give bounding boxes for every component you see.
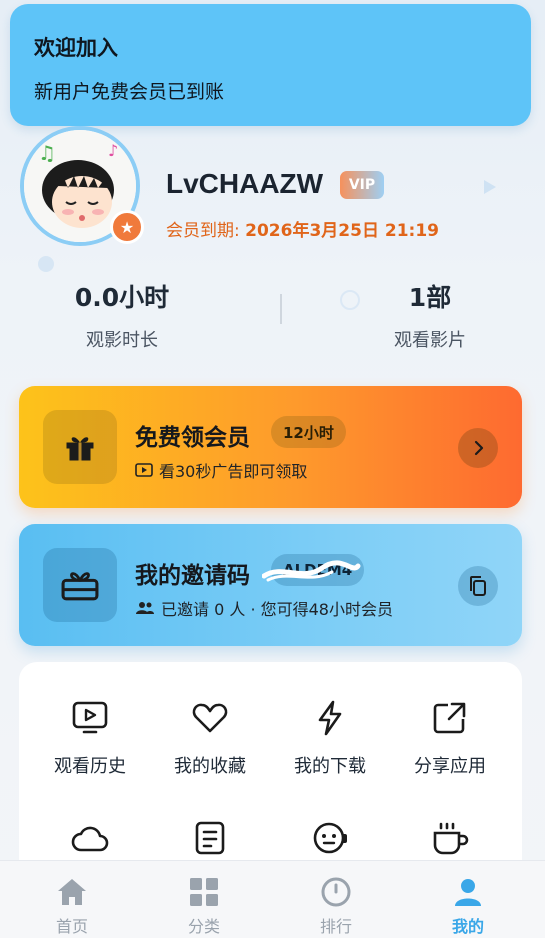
grid-item-favorites[interactable]: 我的收藏 bbox=[150, 698, 270, 778]
free-vip-go-button[interactable] bbox=[458, 428, 498, 468]
grid-label: 我的收藏 bbox=[174, 756, 246, 777]
background-dot bbox=[38, 256, 54, 272]
note-icon bbox=[190, 818, 230, 858]
free-vip-subtitle-text: 看30秒广告即可领取 bbox=[159, 462, 308, 481]
svg-text:♫: ♫ bbox=[38, 141, 56, 165]
nav-item-category[interactable]: 分类 bbox=[164, 875, 244, 937]
star-badge-icon: ★ bbox=[110, 210, 144, 244]
ranking-icon bbox=[319, 875, 353, 909]
grid-label: 分享应用 bbox=[414, 756, 486, 777]
username: LvCHAAZW bbox=[166, 168, 324, 199]
nav-item-profile[interactable]: 我的 bbox=[428, 875, 508, 937]
grid-label: 我的下载 bbox=[294, 756, 366, 777]
heart-icon bbox=[190, 698, 230, 738]
free-vip-subtitle: 看30秒广告即可领取 bbox=[135, 458, 307, 482]
free-vip-duration-pill: 12小时 bbox=[271, 416, 346, 448]
profile-icon bbox=[451, 875, 485, 909]
expiry-value: 2026年3月25日 21:19 bbox=[245, 221, 439, 241]
download-icon bbox=[310, 698, 350, 738]
code-redaction-scribble bbox=[262, 560, 361, 582]
grid-item-history[interactable]: 观看历史 bbox=[30, 698, 150, 778]
stat-label: 观影时长 bbox=[86, 330, 158, 351]
stat-value: 0.0小时 bbox=[74, 283, 170, 312]
grid-label: 观看历史 bbox=[54, 756, 126, 777]
free-vip-title: 免费领会员 bbox=[135, 425, 250, 451]
grid-item-share[interactable]: 分享应用 bbox=[390, 698, 510, 778]
copy-icon bbox=[470, 576, 486, 596]
history-icon bbox=[70, 698, 110, 738]
stat-watch-time: 0.0小时 观影时长 bbox=[22, 278, 222, 352]
background-triangle bbox=[484, 180, 496, 194]
invite-title: 我的邀请码 bbox=[135, 563, 250, 589]
vip-badge: VIP bbox=[340, 171, 384, 199]
invite-subtitle-text: 已邀请 0 人 · 您可得48小时会员 bbox=[161, 600, 393, 619]
invite-subtitle: 已邀请 0 人 · 您可得48小时会员 bbox=[135, 596, 393, 620]
copy-invite-code-button[interactable] bbox=[458, 566, 498, 606]
expiry-label: 会员到期: bbox=[166, 221, 246, 241]
stat-label: 观看影片 bbox=[394, 330, 466, 351]
home-icon bbox=[55, 875, 89, 909]
welcome-toast: 欢迎加入 新用户免费会员已到账 bbox=[10, 4, 531, 126]
nav-label: 排行 bbox=[319, 917, 352, 936]
nav-item-home[interactable]: 首页 bbox=[32, 875, 112, 937]
support-icon bbox=[310, 818, 350, 858]
video-icon bbox=[135, 463, 153, 477]
chevron-right-icon bbox=[474, 440, 484, 456]
coffee-icon bbox=[430, 818, 470, 858]
vip-expiry: 会员到期: 2026年3月25日 21:19 bbox=[166, 216, 439, 241]
stat-value: 1部 bbox=[408, 283, 452, 312]
gift-icon bbox=[43, 410, 117, 484]
people-icon bbox=[136, 602, 154, 614]
nav-label: 首页 bbox=[55, 917, 88, 936]
nav-item-ranking[interactable]: 排行 bbox=[296, 875, 376, 937]
bottom-nav: 首页 分类 排行 我的 bbox=[0, 860, 545, 938]
toast-title: 欢迎加入 bbox=[34, 36, 118, 60]
nav-label: 分类 bbox=[187, 917, 220, 936]
stat-watched-count: 1部 观看影片 bbox=[330, 278, 530, 352]
avatar-container[interactable]: ♫ ♪ ★ bbox=[20, 126, 144, 246]
grid-item-downloads[interactable]: 我的下载 bbox=[270, 698, 390, 778]
cloud-icon bbox=[70, 818, 110, 858]
category-icon bbox=[187, 875, 221, 909]
share-icon bbox=[430, 698, 470, 738]
free-vip-card[interactable]: 免费领会员 12小时 看30秒广告即可领取 bbox=[19, 386, 522, 508]
nav-label: 我的 bbox=[451, 917, 484, 936]
gift-box-icon bbox=[43, 548, 117, 622]
svg-text:♪: ♪ bbox=[108, 141, 118, 160]
stat-divider bbox=[280, 294, 282, 324]
toast-message: 新用户免费会员已到账 bbox=[34, 81, 225, 103]
